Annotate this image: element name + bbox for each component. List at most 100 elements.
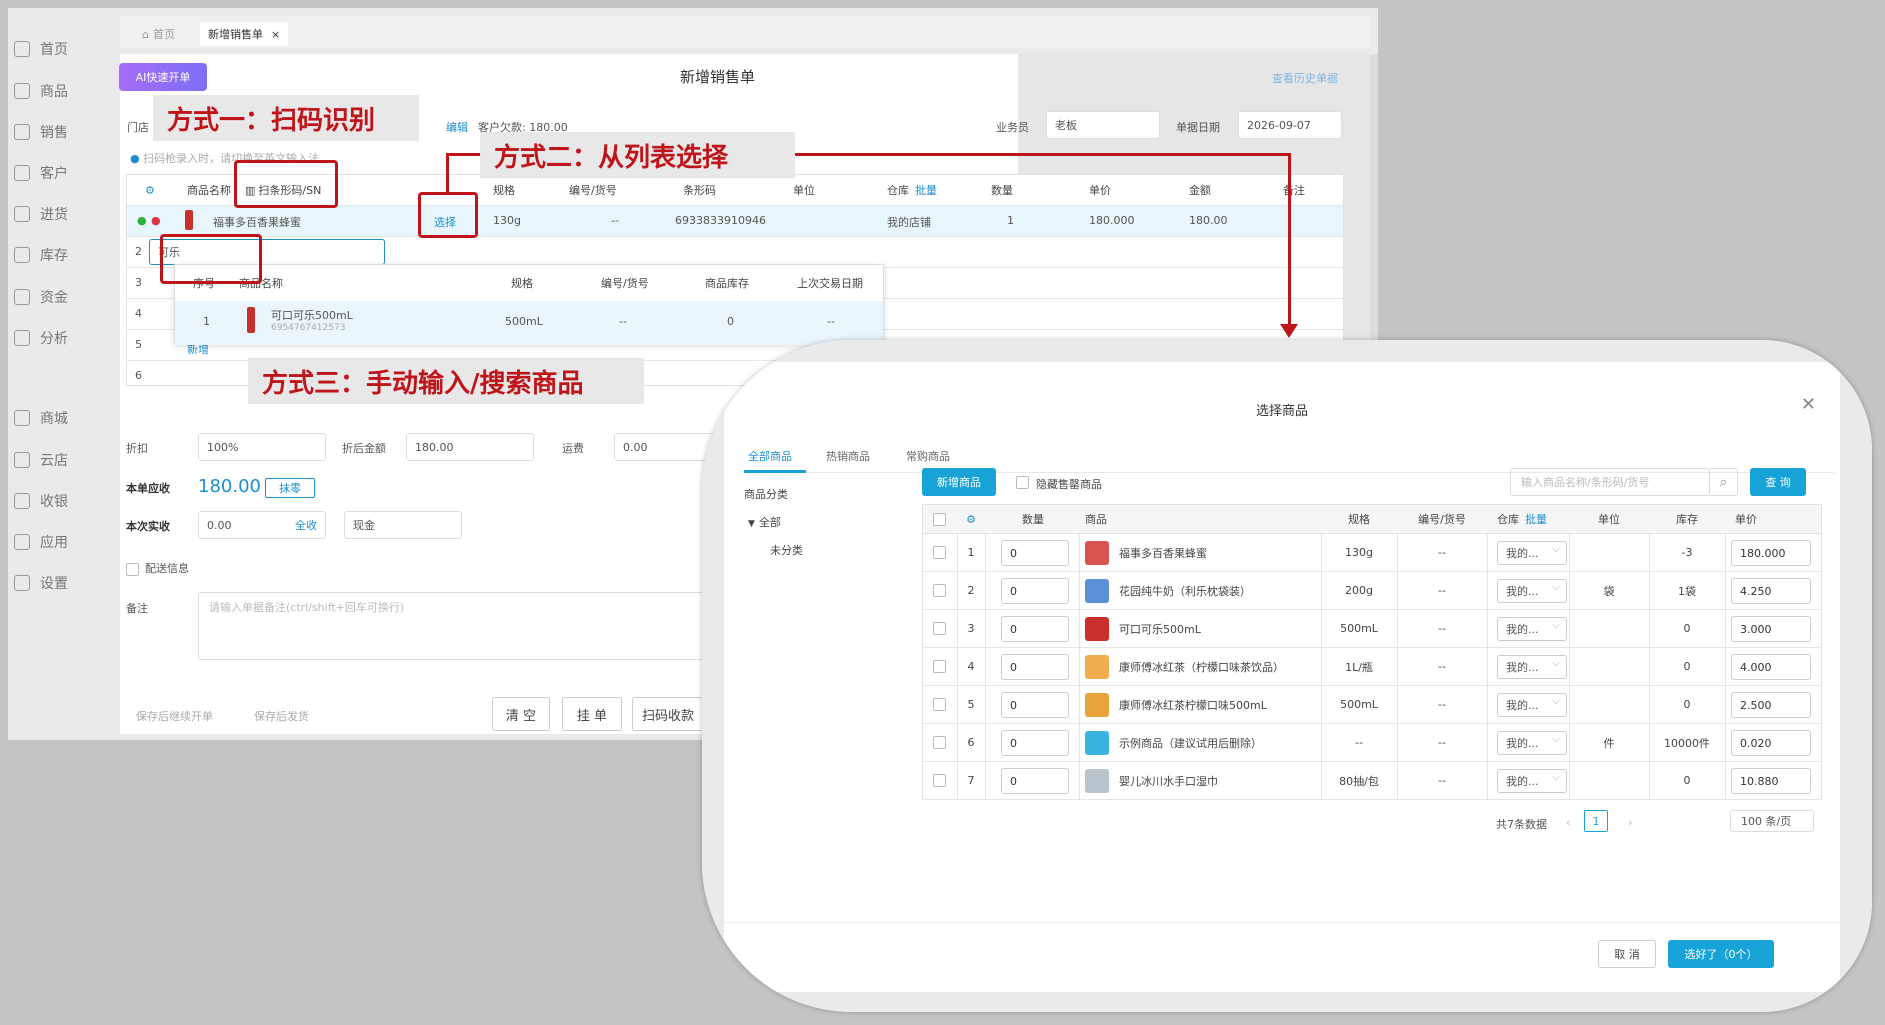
- table-row[interactable]: 2 可乐: [127, 236, 1343, 267]
- row-checkbox[interactable]: [933, 774, 946, 787]
- remove-row-icon[interactable]: ●: [151, 214, 161, 227]
- table-row[interactable]: 4 0 康师傅冰红茶（柠檬口味茶饮品） 1L/瓶 -- 我的... 0 4.000: [922, 648, 1822, 686]
- quantity-input[interactable]: 0: [1001, 616, 1069, 642]
- sidebar-item-10[interactable]: 收银: [14, 486, 68, 516]
- column-settings-icon[interactable]: ⚙: [957, 505, 985, 533]
- category-uncategorized[interactable]: 未分类: [770, 542, 803, 558]
- sidebar-item-7[interactable]: 分析: [14, 323, 68, 353]
- add-product-button[interactable]: 新增商品: [922, 468, 996, 496]
- quantity-input[interactable]: 0: [1001, 654, 1069, 680]
- batch-link[interactable]: 批量: [1525, 511, 1547, 527]
- category-all[interactable]: ▼ 全部: [748, 514, 781, 530]
- tab-all-products[interactable]: 全部商品: [748, 448, 792, 464]
- tab-hot-products[interactable]: 热销商品: [826, 448, 870, 464]
- price-input[interactable]: 0.020: [1731, 730, 1811, 756]
- erase-zero-button[interactable]: 抹零: [265, 478, 315, 498]
- close-icon[interactable]: ×: [271, 28, 280, 41]
- price-input[interactable]: 10.880: [1731, 768, 1811, 794]
- product-search-input[interactable]: 输入商品名称/条形码/货号: [1510, 468, 1710, 496]
- per-page-select[interactable]: 100 条/页: [1730, 810, 1814, 832]
- row-checkbox[interactable]: [933, 698, 946, 711]
- table-row[interactable]: ● ● 福事多百香果蜂蜜 选择 130g -- 6933833910946 我的…: [127, 205, 1343, 236]
- row-checkbox[interactable]: [933, 622, 946, 635]
- sidebar-item-4[interactable]: 进货: [14, 199, 68, 229]
- table-row[interactable]: 1 0 福事多百香果蜂蜜 130g -- 我的... -3 180.000: [922, 534, 1822, 572]
- edit-link[interactable]: 编辑: [446, 119, 468, 135]
- sidebar-item-3[interactable]: 客户: [14, 158, 68, 188]
- warehouse-select[interactable]: 我的...: [1497, 579, 1567, 603]
- search-icon[interactable]: ⌕: [1710, 468, 1738, 496]
- select-all-checkbox[interactable]: [933, 513, 946, 526]
- row-checkbox[interactable]: [933, 736, 946, 749]
- qty-value[interactable]: 1: [1007, 214, 1014, 227]
- add-row-icon[interactable]: ●: [137, 214, 147, 227]
- checkbox[interactable]: [126, 562, 139, 576]
- warehouse-select[interactable]: 我的...: [1497, 731, 1567, 755]
- scan-pay-button[interactable]: 扫码收款: [632, 697, 704, 731]
- save-ship-checkbox[interactable]: 保存后发货: [254, 708, 309, 724]
- price-input[interactable]: 4.250: [1731, 578, 1811, 604]
- discount-input[interactable]: 100%: [198, 433, 326, 461]
- warehouse-select[interactable]: 我的...: [1497, 617, 1567, 641]
- delivery-checkbox[interactable]: 配送信息: [126, 560, 189, 576]
- row-checkbox[interactable]: [933, 546, 946, 559]
- hold-button[interactable]: 挂 单: [562, 697, 622, 731]
- history-link[interactable]: 查看历史单据: [1272, 70, 1338, 86]
- after-discount-input[interactable]: 180.00: [406, 433, 534, 461]
- quantity-input[interactable]: 0: [1001, 692, 1069, 718]
- sidebar-item-12[interactable]: 设置: [14, 568, 68, 598]
- price-input[interactable]: 2.500: [1731, 692, 1811, 718]
- quantity-input[interactable]: 0: [1001, 578, 1069, 604]
- warehouse-select[interactable]: 我的...: [1497, 541, 1567, 565]
- sidebar-item-11[interactable]: 应用: [14, 527, 68, 557]
- row-checkbox[interactable]: [933, 660, 946, 673]
- query-button[interactable]: 查 询: [1750, 468, 1806, 496]
- ai-quick-order-button[interactable]: AI快速开单: [119, 63, 207, 91]
- prev-page-icon[interactable]: ‹: [1566, 816, 1570, 829]
- price-input[interactable]: 4.000: [1731, 654, 1811, 680]
- clear-button[interactable]: 清 空: [492, 697, 550, 731]
- table-row[interactable]: 5 0 康师傅冰红茶柠檬口味500mL 500mL -- 我的... 0 2.500: [922, 686, 1822, 724]
- next-page-icon[interactable]: ›: [1628, 816, 1632, 829]
- warehouse-select[interactable]: 我的...: [1497, 693, 1567, 717]
- remark-textarea[interactable]: 请输入单据备注(ctrl/shift+回车可换行): [198, 592, 758, 660]
- price-input[interactable]: 3.000: [1731, 616, 1811, 642]
- col-batch[interactable]: 批量: [915, 175, 937, 205]
- table-row[interactable]: 2 0 花园纯牛奶（利乐枕袋装） 200g -- 我的... 袋 1袋 4.250: [922, 572, 1822, 610]
- sidebar-item-8[interactable]: 商城: [14, 403, 68, 433]
- paid-input[interactable]: 0.00 全收: [198, 511, 326, 539]
- column-settings-icon[interactable]: ⚙: [145, 175, 155, 205]
- hide-sold-out-checkbox[interactable]: [1016, 476, 1029, 489]
- table-row[interactable]: 3 0 可口可乐500mL 500mL -- 我的... 0 3.000: [922, 610, 1822, 648]
- cancel-button[interactable]: 取 消: [1598, 940, 1656, 968]
- quantity-input[interactable]: 0: [1001, 730, 1069, 756]
- date-picker[interactable]: 2026-09-07: [1238, 111, 1342, 139]
- price-value[interactable]: 180.000: [1089, 214, 1135, 227]
- sidebar-item-2[interactable]: 销售: [14, 117, 68, 147]
- tab-new-sales-order[interactable]: 新增销售单 ×: [200, 22, 289, 46]
- quantity-input[interactable]: 0: [1001, 540, 1069, 566]
- table-row[interactable]: 7 0 婴儿冰川水手口湿巾 80抽/包 -- 我的... 0 10.880: [922, 762, 1822, 800]
- sidebar-item-1[interactable]: 商品: [14, 76, 68, 106]
- tab-home[interactable]: ⌂ 首页: [134, 22, 183, 46]
- freight-input[interactable]: 0.00: [614, 433, 714, 461]
- warehouse-select[interactable]: 我的...: [1497, 655, 1567, 679]
- page-number[interactable]: 1: [1584, 810, 1608, 832]
- sidebar-item-9[interactable]: 云店: [14, 445, 68, 475]
- sidebar-item-5[interactable]: 库存: [14, 240, 68, 270]
- quantity-input[interactable]: 0: [1001, 768, 1069, 794]
- tab-frequent-products[interactable]: 常购商品: [906, 448, 950, 464]
- salesman-select[interactable]: 老板: [1046, 111, 1160, 139]
- close-icon[interactable]: ✕: [1801, 394, 1816, 415]
- sidebar-item-0[interactable]: 首页: [14, 34, 68, 64]
- save-continue-checkbox[interactable]: 保存后继续开单: [136, 708, 213, 724]
- confirm-selection-button[interactable]: 选好了（0个）: [1668, 940, 1774, 968]
- suggestion-row[interactable]: 1 可口可乐500mL 6954767412573 500mL -- 0 --: [175, 301, 883, 345]
- pay-all-link[interactable]: 全收: [295, 517, 317, 533]
- table-row[interactable]: 6 0 示例商品（建议试用后删除） -- -- 我的... 件 10000件 0.020: [922, 724, 1822, 762]
- price-input[interactable]: 180.000: [1731, 540, 1811, 566]
- warehouse-select[interactable]: 我的...: [1497, 769, 1567, 793]
- sidebar-item-6[interactable]: 资金: [14, 282, 68, 312]
- row-checkbox[interactable]: [933, 584, 946, 597]
- pay-method-select[interactable]: 现金: [344, 511, 462, 539]
